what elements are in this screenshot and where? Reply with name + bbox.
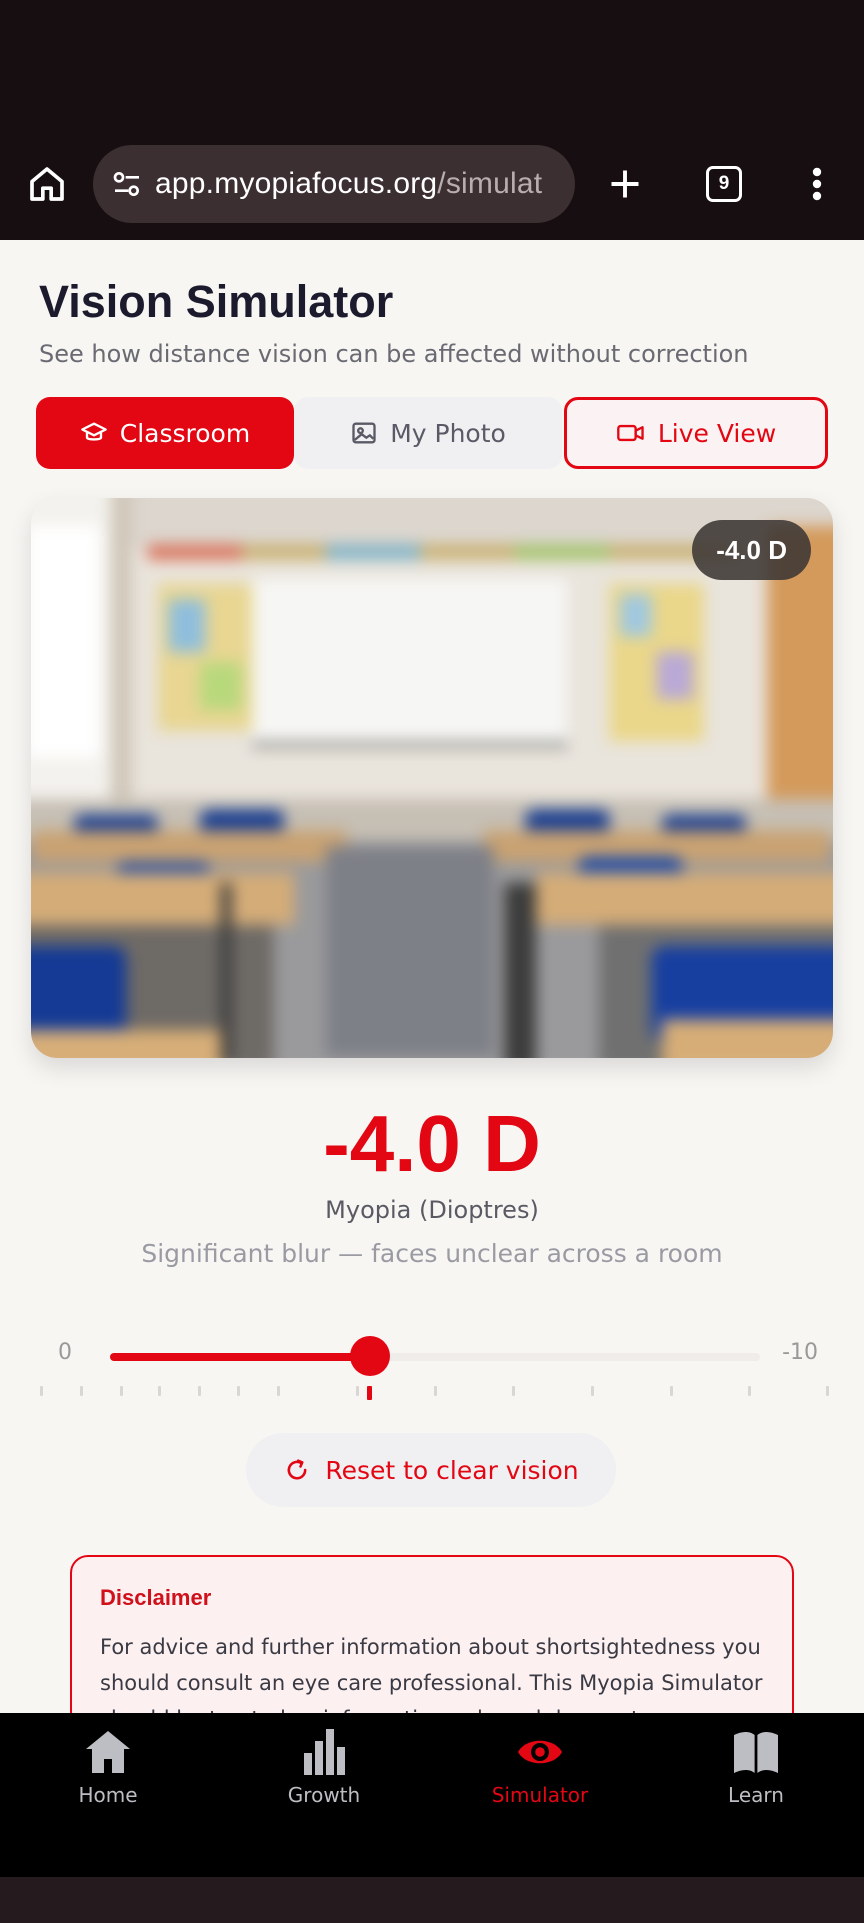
reset-label: Reset to clear vision: [325, 1455, 579, 1485]
slider-tick: [512, 1386, 515, 1396]
eye-icon: [518, 1740, 562, 1764]
browser-menu-button[interactable]: [778, 145, 856, 223]
dioptre-badge: -4.0 D: [692, 520, 811, 580]
dioptre-value: -4.0 D: [323, 1099, 541, 1188]
book-icon: [734, 1732, 778, 1773]
page-title: Vision Simulator: [39, 276, 394, 327]
nav-learn[interactable]: Learn: [648, 1729, 864, 1819]
plus-icon: [611, 170, 639, 198]
site-settings-icon[interactable]: [109, 166, 145, 202]
graduation-cap-icon: [80, 422, 107, 441]
tab-switcher-button[interactable]: 9: [685, 145, 763, 223]
browser-toolbar: app.myopiafocus.org/simulat 9: [0, 0, 864, 240]
mode-live-button[interactable]: Live View: [564, 397, 828, 469]
slider-tick: [198, 1386, 201, 1396]
dioptre-unit-label: Myopia (Dioptres): [325, 1196, 539, 1224]
new-tab-button[interactable]: [586, 145, 664, 223]
url-text: app.myopiafocus.org/simulat: [155, 167, 542, 201]
nav-home[interactable]: Home: [0, 1729, 216, 1819]
tab-count: 9: [706, 166, 742, 202]
slider-tick: [434, 1386, 437, 1396]
page-subtitle: See how distance vision can be affected …: [39, 340, 749, 368]
slider-tick: [670, 1386, 673, 1396]
browser-home-button[interactable]: [8, 145, 86, 223]
slider-tick: [40, 1386, 43, 1396]
slider-tick: [277, 1386, 280, 1396]
dioptre-slider-fill: [110, 1353, 370, 1361]
dioptre-slider-thumb[interactable]: [350, 1336, 390, 1376]
slider-tick: [591, 1386, 594, 1396]
dioptre-slider-track[interactable]: [110, 1353, 760, 1361]
slider-tick-active: [367, 1386, 372, 1400]
mode-photo-label: My Photo: [390, 418, 506, 448]
disclaimer-text: For advice and further information about…: [100, 1635, 763, 1713]
classroom-scene-image: [31, 498, 833, 1058]
simulator-page: Vision Simulator See how distance vision…: [0, 240, 864, 1713]
disclaimer-card: Disclaimer For advice and further inform…: [70, 1555, 794, 1713]
home-icon: [86, 1731, 130, 1773]
home-icon: [30, 167, 64, 201]
disclaimer-title: Disclaimer: [100, 1585, 212, 1610]
url-path: /simulat: [437, 167, 543, 200]
slider-tick: [748, 1386, 751, 1396]
system-nav-bar: [0, 1877, 864, 1923]
slider-max-label: -10: [782, 1340, 818, 1365]
nav-growth[interactable]: Growth: [216, 1729, 432, 1819]
address-bar[interactable]: app.myopiafocus.org/simulat: [93, 145, 575, 223]
nav-growth-label: Growth: [287, 1783, 361, 1807]
nav-home-label: Home: [78, 1783, 138, 1807]
reset-button[interactable]: Reset to clear vision: [246, 1433, 616, 1507]
slider-tick: [237, 1386, 240, 1396]
nav-learn-label: Learn: [728, 1783, 784, 1807]
refresh-icon: [287, 1459, 307, 1480]
slider-tick: [80, 1386, 83, 1396]
mode-classroom-button[interactable]: Classroom: [36, 397, 294, 469]
mode-classroom-label: Classroom: [119, 418, 251, 448]
bottom-navigation: Home Growth Simulator Learn: [0, 1713, 864, 1877]
mode-photo-button[interactable]: My Photo: [294, 397, 562, 469]
mode-selector: Classroom My Photo Live View: [36, 397, 828, 469]
slider-tick: [826, 1386, 829, 1396]
slider-tick: [120, 1386, 123, 1396]
url-domain: app.myopiafocus.org: [155, 167, 438, 200]
more-vert-icon: [812, 167, 822, 201]
slider-tick: [356, 1386, 359, 1396]
simulated-view: -4.0 D: [31, 498, 833, 1058]
slider-min-label: 0: [58, 1340, 72, 1365]
video-camera-icon: [616, 424, 644, 442]
nav-simulator[interactable]: Simulator: [432, 1729, 648, 1819]
blur-description: Significant blur — faces unclear across …: [141, 1239, 723, 1268]
image-icon: [352, 422, 376, 444]
nav-simulator-label: Simulator: [491, 1783, 589, 1807]
slider-tick: [158, 1386, 161, 1396]
mode-live-label: Live View: [657, 418, 777, 448]
bar-chart-icon: [304, 1729, 345, 1775]
